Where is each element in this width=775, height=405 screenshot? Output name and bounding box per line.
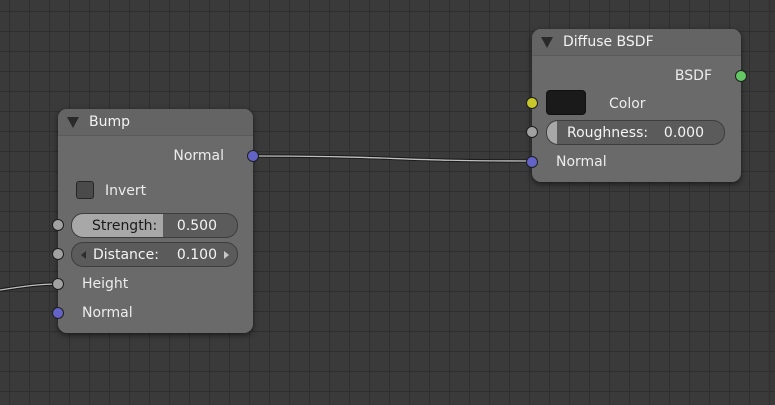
strength-field-value: 0.500 xyxy=(176,217,217,234)
decrement-arrow-icon[interactable] xyxy=(81,250,86,259)
strength-field[interactable]: Strength: 0.500 xyxy=(71,213,238,238)
strength-input-socket[interactable] xyxy=(52,219,64,231)
node-editor-canvas[interactable]: Bump Normal Invert Strength: 0.500 Dista… xyxy=(0,0,775,405)
color-input-socket[interactable] xyxy=(526,97,538,109)
collapse-arrow-icon[interactable] xyxy=(541,36,553,48)
bump-node[interactable]: Bump Normal Invert Strength: 0.500 Dista… xyxy=(52,109,259,333)
bump-input-normal-socket[interactable] xyxy=(52,307,64,319)
diffuse-input-normal-socket[interactable] xyxy=(526,156,538,168)
roughness-input-socket[interactable] xyxy=(526,126,538,138)
color-label: Color xyxy=(609,96,646,112)
roughness-field-value: 0.000 xyxy=(663,124,704,141)
diffuse-node-title: Diffuse BSDF xyxy=(563,34,654,50)
invert-checkbox[interactable] xyxy=(76,181,94,199)
bump-node-header[interactable]: Bump xyxy=(58,109,253,136)
distance-field[interactable]: Distance: 0.100 xyxy=(71,242,238,267)
height-label: Height xyxy=(82,276,129,292)
distance-field-value: 0.100 xyxy=(176,246,217,263)
bump-node-title: Bump xyxy=(89,114,131,130)
diffuse-input-normal-label: Normal xyxy=(556,154,607,170)
invert-label: Invert xyxy=(105,183,147,199)
increment-arrow-icon[interactable] xyxy=(224,250,229,259)
height-input-socket[interactable] xyxy=(52,278,64,290)
collapse-arrow-icon[interactable] xyxy=(67,116,79,128)
roughness-field-label: Roughness: xyxy=(567,124,649,141)
strength-field-label: Strength: xyxy=(92,217,158,234)
distance-field-label: Distance: xyxy=(93,246,159,263)
bump-input-normal-label: Normal xyxy=(82,305,133,321)
diffuse-bsdf-node[interactable]: Diffuse BSDF BSDF Color Roughness: 0.000… xyxy=(526,29,747,182)
diffuse-node-header[interactable]: Diffuse BSDF xyxy=(532,29,741,56)
roughness-field[interactable]: Roughness: 0.000 xyxy=(546,120,725,145)
color-swatch[interactable] xyxy=(546,90,586,115)
bump-output-normal-label: Normal xyxy=(173,148,224,164)
bsdf-output-socket[interactable] xyxy=(735,70,747,82)
bump-output-normal-socket[interactable] xyxy=(247,150,259,162)
bsdf-output-label: BSDF xyxy=(674,68,712,84)
distance-input-socket[interactable] xyxy=(52,248,64,260)
